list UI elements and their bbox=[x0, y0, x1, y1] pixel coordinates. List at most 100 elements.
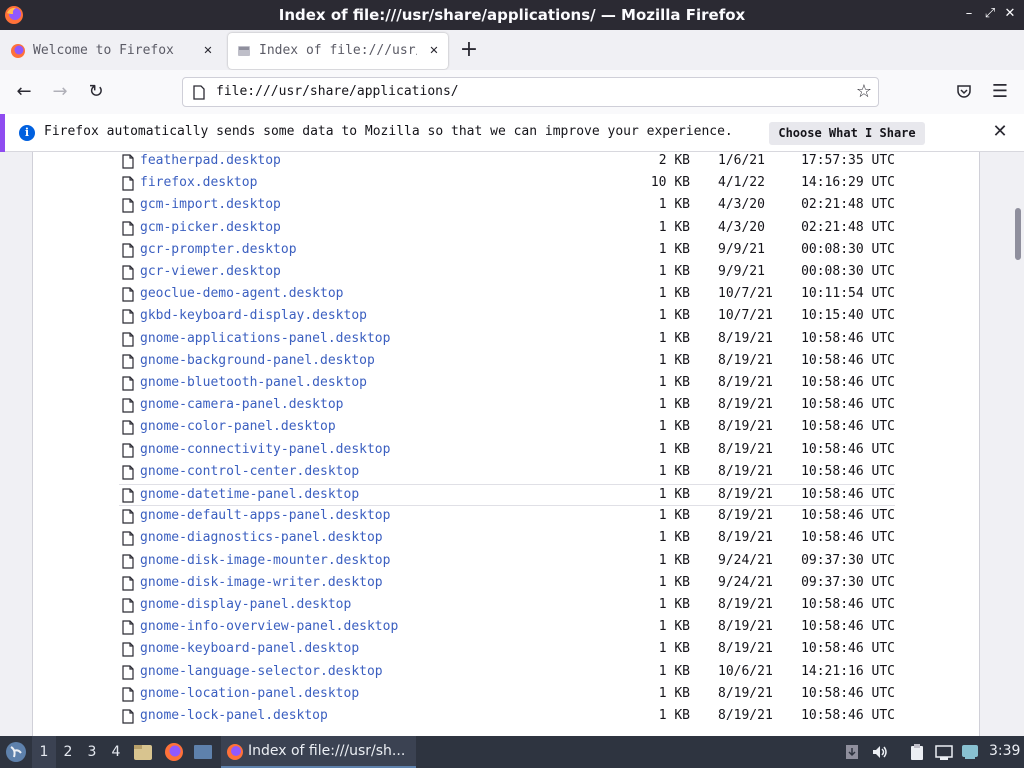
page-favicon-icon bbox=[238, 46, 250, 56]
file-link[interactable]: gnome-location-panel.desktop bbox=[140, 686, 359, 701]
file-icon bbox=[122, 265, 134, 280]
file-link[interactable]: gnome-default-apps-panel.desktop bbox=[140, 508, 390, 523]
file-size: 1 KB bbox=[658, 574, 690, 590]
file-link[interactable]: gnome-lock-panel.desktop bbox=[140, 708, 328, 723]
file-date: 1/6/21 bbox=[718, 153, 765, 168]
file-link[interactable]: gnome-color-panel.desktop bbox=[140, 419, 336, 434]
file-row: gnome-camera-panel.desktop 1 KB 8/19/21 10:… bbox=[119, 395, 895, 417]
file-date: 9/9/21 bbox=[718, 241, 765, 257]
workspace-2[interactable]: 2 bbox=[56, 736, 80, 768]
file-icon bbox=[122, 553, 134, 569]
file-link[interactable]: geoclue-demo-agent.desktop bbox=[140, 286, 344, 301]
file-link[interactable]: gcm-picker.desktop bbox=[140, 220, 281, 235]
notification-close-icon[interactable]: ✕ bbox=[990, 122, 1010, 142]
file-date: 8/19/21 bbox=[718, 330, 773, 346]
file-link[interactable]: gnome-diagnostics-panel.desktop bbox=[140, 530, 383, 545]
file-time: 10:58:46 UTC bbox=[801, 330, 895, 346]
app-menu-button[interactable]: ☰ bbox=[987, 79, 1013, 105]
taskbar-task-firefox[interactable]: Index of file:///usr/sh... bbox=[221, 736, 416, 768]
file-date: 8/19/21 bbox=[718, 441, 773, 457]
vertical-scrollbar[interactable] bbox=[1012, 152, 1024, 736]
file-icon bbox=[122, 176, 134, 191]
back-button[interactable]: ← bbox=[11, 79, 37, 105]
file-time: 10:58:46 UTC bbox=[801, 375, 895, 390]
workspace-1[interactable]: 1 bbox=[32, 736, 56, 768]
forward-button[interactable]: → bbox=[47, 79, 73, 105]
start-menu-icon[interactable] bbox=[5, 741, 27, 763]
file-link[interactable]: gnome-disk-image-mounter.desktop bbox=[140, 553, 390, 568]
workspace-4[interactable]: 4 bbox=[104, 736, 128, 768]
file-link[interactable]: featherpad.desktop bbox=[140, 153, 281, 168]
clipboard-icon[interactable] bbox=[908, 743, 926, 761]
file-icon bbox=[122, 620, 134, 635]
file-link[interactable]: gkbd-keyboard-display.desktop bbox=[140, 308, 367, 323]
volume-icon[interactable] bbox=[871, 743, 889, 761]
maximize-button[interactable]: ⤢ bbox=[983, 6, 997, 22]
file-time: 14:16:29 UTC bbox=[801, 175, 895, 191]
file-link[interactable]: gnome-camera-panel.desktop bbox=[140, 397, 344, 412]
file-time: 17:57:35 UTC bbox=[801, 153, 895, 168]
window-close-button[interactable]: ✕ bbox=[1003, 6, 1017, 22]
file-link[interactable]: gnome-connectivity-panel.desktop bbox=[140, 442, 390, 457]
url-text: file:///usr/share/applications/ bbox=[216, 84, 459, 99]
file-time: 10:58:46 UTC bbox=[801, 487, 895, 502]
file-date: 8/19/21 bbox=[718, 375, 773, 390]
file-link[interactable]: gnome-applications-panel.desktop bbox=[140, 331, 390, 346]
file-date: 9/9/21 bbox=[718, 264, 765, 279]
tab-close-icon[interactable]: ✕ bbox=[200, 42, 216, 58]
file-date: 10/7/21 bbox=[718, 286, 773, 302]
file-link[interactable]: gnome-language-selector.desktop bbox=[140, 664, 383, 679]
workspace-3[interactable]: 3 bbox=[80, 736, 104, 768]
file-row: gnome-background-panel.desktop 1 KB 8/19/2… bbox=[119, 351, 895, 373]
pocket-icon bbox=[957, 85, 971, 98]
file-icon bbox=[122, 687, 134, 702]
file-row: gcm-picker.desktop 1 KB 4/3/20 02:21:48 UTC bbox=[119, 218, 895, 240]
file-date: 4/3/20 bbox=[718, 219, 765, 235]
tab-welcome[interactable]: Welcome to Firefox ✕ bbox=[2, 33, 222, 69]
notifications-icon[interactable] bbox=[961, 743, 979, 761]
file-link[interactable]: firefox.desktop bbox=[140, 175, 257, 190]
new-tab-button[interactable]: + bbox=[458, 39, 480, 62]
updates-icon[interactable] bbox=[843, 743, 861, 761]
file-link[interactable]: gnome-disk-image-writer.desktop bbox=[140, 575, 383, 590]
file-link[interactable]: gnome-background-panel.desktop bbox=[140, 353, 375, 368]
tab-close-icon[interactable]: ✕ bbox=[426, 42, 442, 58]
window-titlebar: Index of file:///usr/share/applications/… bbox=[0, 0, 1024, 30]
file-link[interactable]: gcm-import.desktop bbox=[140, 197, 281, 212]
pocket-button[interactable] bbox=[951, 79, 977, 105]
file-time: 10:58:46 UTC bbox=[801, 508, 895, 524]
show-desktop-icon[interactable] bbox=[193, 742, 213, 762]
file-icon bbox=[122, 287, 134, 302]
reload-button[interactable]: ↻ bbox=[83, 79, 109, 105]
file-link[interactable]: gnome-info-overview-panel.desktop bbox=[140, 619, 398, 634]
file-link[interactable]: gnome-control-center.desktop bbox=[140, 464, 359, 479]
file-icon bbox=[122, 442, 134, 458]
file-link[interactable]: gnome-datetime-panel.desktop bbox=[140, 487, 359, 502]
file-manager-icon[interactable] bbox=[133, 742, 153, 762]
file-row: gkbd-keyboard-display.desktop 1 KB 10/7/21… bbox=[119, 306, 895, 328]
network-icon[interactable] bbox=[935, 743, 953, 761]
file-size: 1 KB bbox=[658, 708, 690, 723]
file-row: gnome-lock-panel.desktop 1 KB 8/19/21 10:58… bbox=[119, 706, 895, 728]
file-size: 1 KB bbox=[658, 441, 690, 457]
file-date: 8/19/21 bbox=[718, 708, 773, 723]
file-link[interactable]: gcr-prompter.desktop bbox=[140, 242, 297, 257]
file-row: gnome-default-apps-panel.desktop 1 KB 8/19… bbox=[119, 506, 895, 528]
url-bar[interactable]: file:///usr/share/applications/ ☆ bbox=[182, 77, 879, 107]
tab-index[interactable]: Index of file:///usr/share/applications/… bbox=[228, 33, 448, 69]
file-link[interactable]: gnome-keyboard-panel.desktop bbox=[140, 641, 359, 656]
file-link[interactable]: gnome-display-panel.desktop bbox=[140, 597, 351, 612]
scrollbar-thumb[interactable] bbox=[1015, 208, 1021, 260]
choose-what-i-share-button[interactable]: Choose What I Share bbox=[769, 122, 925, 145]
file-link[interactable]: gcr-viewer.desktop bbox=[140, 264, 281, 279]
file-row: gnome-disk-image-mounter.desktop 1 KB 9/24… bbox=[119, 551, 895, 573]
file-time: 10:58:46 UTC bbox=[801, 685, 895, 701]
bookmark-star-icon[interactable]: ☆ bbox=[856, 81, 872, 102]
file-size: 1 KB bbox=[658, 419, 690, 435]
minimize-button[interactable]: – bbox=[962, 6, 976, 22]
file-time: 10:58:46 UTC bbox=[801, 352, 895, 368]
firefox-launcher-icon[interactable] bbox=[164, 742, 184, 762]
file-size: 1 KB bbox=[658, 397, 690, 413]
file-link[interactable]: gnome-bluetooth-panel.desktop bbox=[140, 375, 367, 390]
file-date: 8/19/21 bbox=[718, 419, 773, 435]
